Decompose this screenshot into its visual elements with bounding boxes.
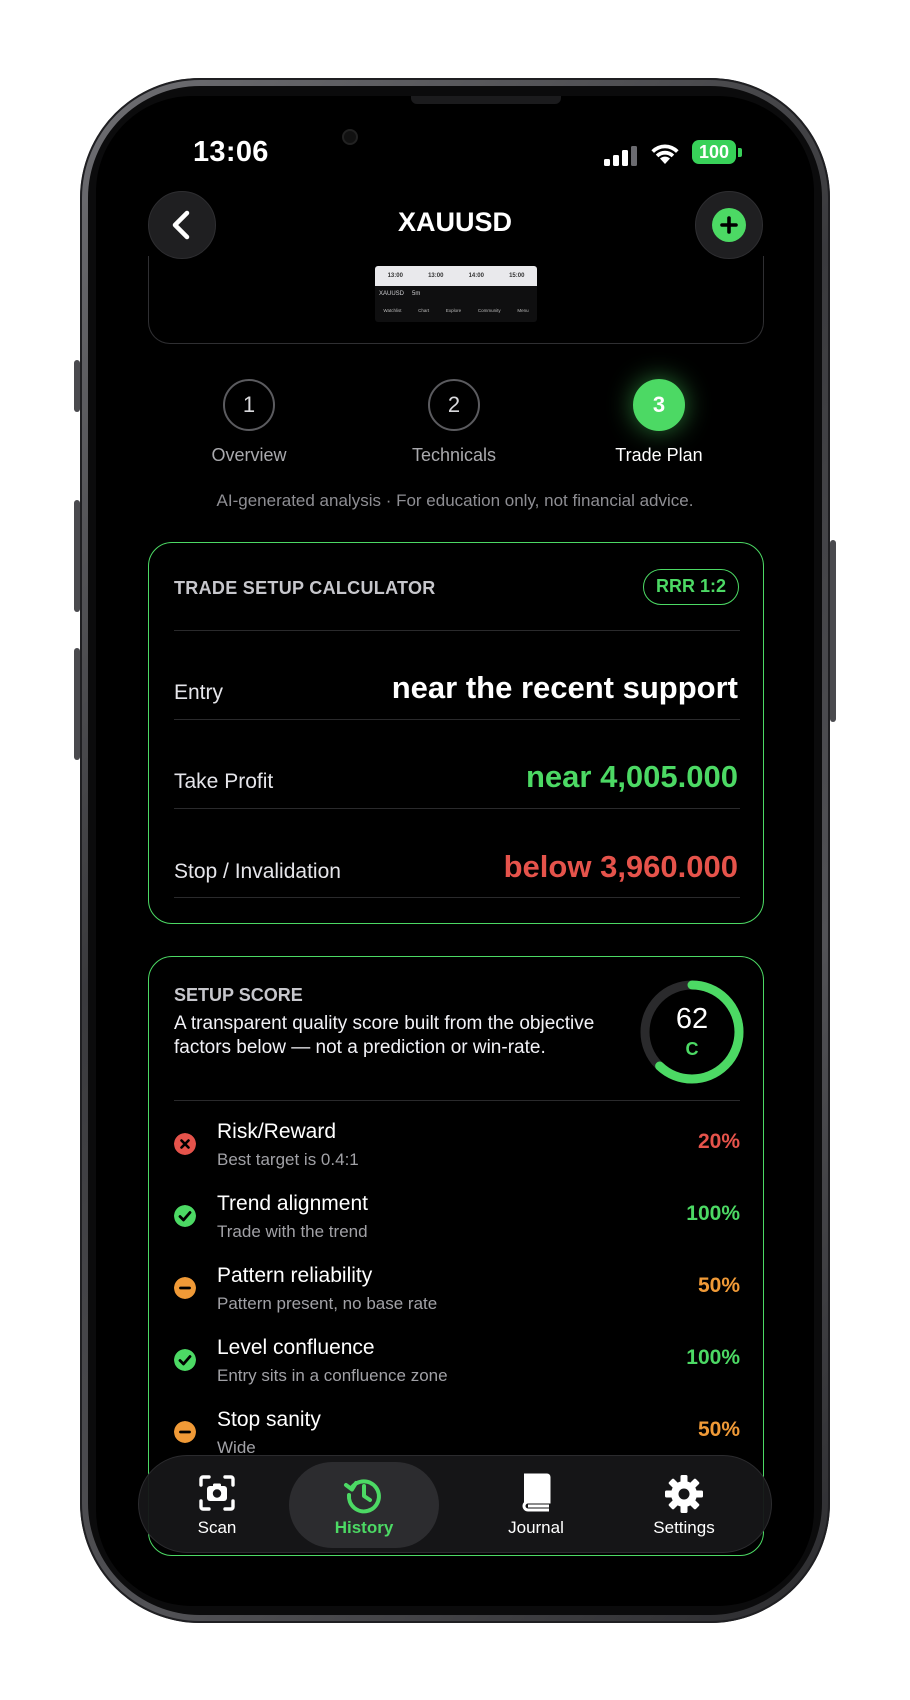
factor-percent: 50%	[697, 1274, 740, 1297]
battery-indicator: 100	[692, 140, 736, 164]
factor-detail: Best target is 0.4:1	[217, 1150, 359, 1169]
chart-preview-card[interactable]: 13:00 13:00 14:00 15:00 XAUUSD 5m Watchl…	[148, 256, 764, 344]
factor-row: Level confluence Entry sits in a confluen…	[174, 1336, 740, 1396]
status-bar: 13:06 100	[96, 134, 814, 174]
score-gauge: 62 C	[637, 977, 747, 1087]
app-screen: 13:06 100 XAUUSD 13:00 13:00 14:00 15:00…	[96, 96, 814, 1606]
factor-name: Risk/Reward	[217, 1120, 337, 1143]
gear-icon	[665, 1475, 703, 1513]
tab-label: Scan	[197, 1518, 237, 1537]
tab-settings[interactable]: Settings	[609, 1456, 759, 1554]
trade-setup-card: TRADE SETUP CALCULATOR RRR 1:2 Entry nea…	[148, 542, 764, 924]
thumb-tab: Explore	[445, 307, 462, 313]
thumb-tab: Menu	[517, 307, 529, 313]
factor-detail: Trade with the trend	[217, 1222, 368, 1241]
factor-percent: 50%	[697, 1418, 740, 1441]
step-number: 1	[223, 379, 275, 431]
factor-percent: 20%	[697, 1130, 740, 1153]
step-overview[interactable]: 1 Overview	[169, 379, 329, 466]
divider	[174, 897, 740, 898]
thumb-toolbar: XAUUSD 5m	[375, 286, 537, 302]
score-title: SETUP SCORE	[174, 985, 303, 1005]
divider	[174, 1100, 740, 1101]
factor-name: Stop sanity	[217, 1408, 321, 1431]
score-value: 62	[675, 1003, 709, 1035]
plus-circle-icon	[712, 208, 746, 242]
tab-label: Settings	[653, 1518, 715, 1537]
factor-percent: 100%	[686, 1202, 740, 1225]
factor-name: Pattern reliability	[217, 1264, 373, 1287]
earpiece	[411, 96, 561, 104]
device-mockup: 13:06 100 XAUUSD 13:00 13:00 14:00 15:00…	[0, 0, 910, 1700]
divider	[174, 630, 740, 631]
tab-history[interactable]: History	[289, 1462, 439, 1548]
thumb-tab: Watchlist	[383, 307, 402, 313]
check-circle-icon	[174, 1349, 196, 1371]
tab-label: History	[334, 1518, 394, 1537]
tab-journal[interactable]: Journal	[461, 1456, 611, 1554]
take-profit-value: near 4,005.000	[525, 759, 738, 794]
tab-label: Journal	[508, 1518, 564, 1537]
minus-circle-icon	[174, 1277, 196, 1299]
thumb-tabbar: Watchlist Chart Explore Community Menu	[375, 302, 537, 318]
thumb-tab: Community	[477, 307, 501, 313]
score-description: A transparent quality score built from t…	[174, 1013, 595, 1058]
thumb-time: 13:00	[428, 273, 444, 279]
factor-row: Trend alignment Trade with the trend 100%	[174, 1192, 740, 1252]
power-button	[830, 540, 836, 722]
battery-tip	[738, 148, 742, 157]
factor-detail: Entry sits in a confluence zone	[217, 1366, 448, 1385]
history-clock-icon	[344, 1479, 381, 1514]
entry-value: near the recent support	[391, 670, 738, 705]
thumb-symbol: XAUUSD	[379, 291, 405, 297]
bottom-tab-bar: Scan History Journal Settings	[138, 1455, 772, 1553]
step-label: Trade Plan	[615, 445, 703, 465]
cellular-signal-icon	[604, 146, 637, 166]
wifi-icon	[651, 144, 679, 164]
factor-detail: Pattern present, no base rate	[217, 1294, 438, 1313]
book-icon	[522, 1473, 551, 1512]
divider	[174, 808, 740, 809]
thumb-time: 15:00	[509, 273, 525, 279]
thumb-time: 13:00	[387, 273, 403, 279]
thumb-time: 14:00	[468, 273, 484, 279]
factor-name: Level confluence	[217, 1336, 375, 1359]
nav-bar: XAUUSD	[96, 191, 814, 261]
factor-row: Pattern reliability Pattern present, no b…	[174, 1264, 740, 1324]
step-label: Overview	[211, 445, 287, 465]
thumb-interval: 5m	[412, 291, 421, 297]
thumb-tab: Chart	[418, 307, 430, 313]
x-circle-icon	[174, 1133, 196, 1155]
stop-value: below 3,960.000	[503, 849, 738, 884]
take-profit-label: Take Profit	[174, 770, 274, 793]
status-time: 13:06	[193, 136, 269, 168]
step-trade-plan[interactable]: 3 Trade Plan	[579, 379, 739, 466]
stop-label: Stop / Invalidation	[174, 860, 341, 883]
step-technicals[interactable]: 2 Technicals	[374, 379, 534, 466]
chart-thumbnail: 13:00 13:00 14:00 15:00 XAUUSD 5m Watchl…	[375, 266, 537, 322]
step-label: Technicals	[411, 445, 497, 465]
entry-label: Entry	[174, 681, 224, 704]
factor-row: Risk/Reward Best target is 0.4:1 20%	[174, 1120, 740, 1180]
card-title: TRADE SETUP CALCULATOR	[174, 578, 436, 598]
rrr-badge: RRR 1:2	[642, 569, 739, 605]
factor-percent: 100%	[686, 1346, 740, 1369]
add-button[interactable]	[695, 191, 763, 259]
score-grade: C	[685, 1039, 699, 1059]
step-number: 2	[428, 379, 480, 431]
disclaimer-text: AI-generated analysis · For education on…	[216, 491, 694, 510]
camera-scan-icon	[199, 1475, 235, 1511]
tab-scan[interactable]: Scan	[142, 1456, 292, 1554]
check-circle-icon	[174, 1205, 196, 1227]
factor-name: Trend alignment	[217, 1192, 368, 1215]
divider	[174, 719, 740, 720]
step-number: 3	[633, 379, 685, 431]
minus-circle-icon	[174, 1421, 196, 1443]
thumb-time-axis: 13:00 13:00 14:00 15:00	[375, 266, 537, 286]
